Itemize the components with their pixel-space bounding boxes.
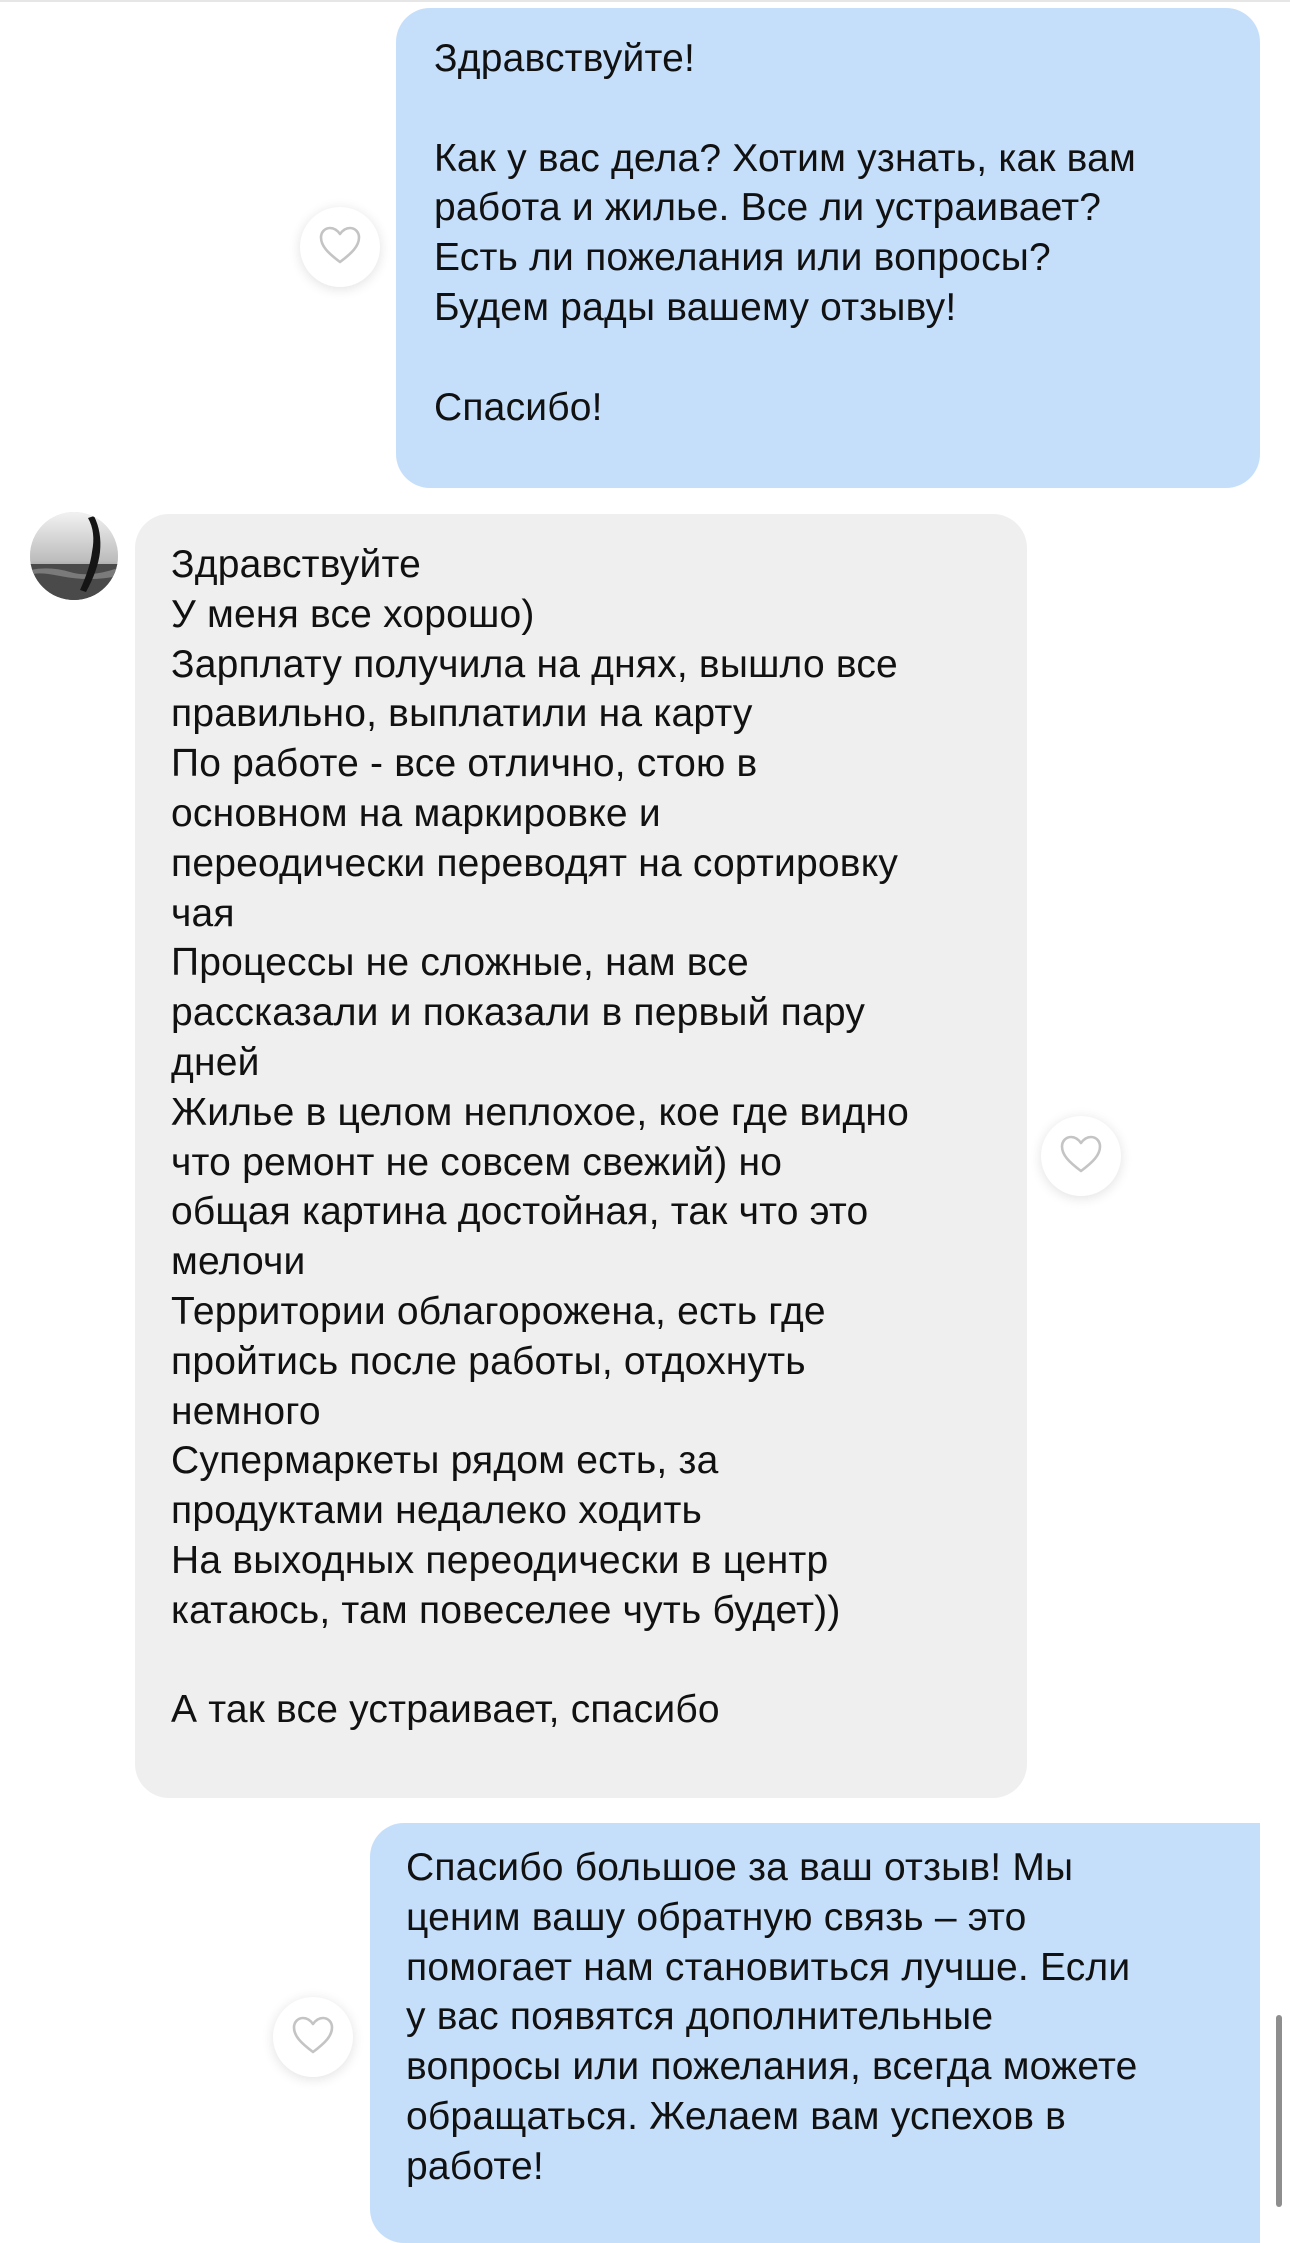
message-line: На выходных переодически в центр [171, 1538, 829, 1582]
message-line [434, 333, 1226, 383]
message-line: Здравствуйте [171, 543, 421, 586]
message-line: Жилье в целом неплохое, кое где видно [171, 1090, 910, 1134]
message-line: Спасибо большое за ваш отзыв! Мы [406, 1846, 1074, 1889]
message-line: пройтись после работы, отдохнуть [171, 1339, 806, 1383]
message-line: обращаться. Желаем вам успехов в [406, 2094, 1067, 2138]
message-line: правильно, выплатили на карту [171, 692, 753, 736]
message-line: работа и жилье. Все ли устраивает? [434, 186, 1102, 230]
sender-avatar[interactable] [30, 512, 118, 600]
top-divider [0, 0, 1290, 2]
message-line: переодически переводят на сортировку [171, 841, 899, 885]
message-line: катаюсь, там повеселее чуть будет)) [171, 1588, 841, 1632]
message-line: По работе - все отлично, стою в [171, 742, 758, 786]
scrollbar[interactable] [1276, 2015, 1282, 2207]
message-line: Будем рады вашему отзыву! [434, 285, 957, 329]
message-line: дней [171, 1040, 260, 1084]
avatar-image [30, 512, 118, 600]
message-line: Процессы не сложные, нам все [171, 941, 749, 985]
message-line: немного [171, 1389, 321, 1433]
message-line [434, 84, 1226, 134]
heart-outline-icon [1059, 1134, 1103, 1179]
like-button[interactable] [1041, 1116, 1121, 1196]
message-line: Как у вас дела? Хотим узнать, как вам [434, 136, 1137, 180]
outgoing-message-bubble[interactable]: Здравствуйте! Как у вас дела? Хотим узна… [396, 8, 1260, 488]
incoming-message-bubble[interactable]: Здравствуйте У меня все хорошо) Зарплату… [135, 514, 1027, 1798]
message-line: ценим вашу обратную связь – это [406, 1895, 1027, 1939]
message-line: Территории облагорожена, есть где [171, 1289, 826, 1333]
outgoing-message-bubble[interactable]: Спасибо большое за ваш отзыв! Мы ценим в… [370, 1823, 1260, 2243]
like-button[interactable] [300, 207, 380, 287]
message-line: основном на маркировке и [171, 791, 661, 835]
message-line: рассказали и показали в первый пару [171, 991, 866, 1035]
message-line: общая картина достойная, так что это [171, 1190, 869, 1234]
message-line: продуктами недалеко ходить [171, 1489, 703, 1533]
like-button[interactable] [273, 1997, 353, 2077]
message-line: Спасибо! [434, 385, 603, 429]
heart-outline-icon [318, 225, 362, 270]
message-line: А так все устраивает, спасибо [171, 1688, 720, 1732]
heart-outline-icon [291, 2015, 335, 2060]
message-text: Спасибо большое за ваш отзыв! Мы ценим в… [406, 1843, 1230, 2192]
message-line: у вас появятся дополнительные [406, 1995, 994, 2039]
message-line: Зарплату получила на днях, вышло все [171, 642, 898, 686]
message-line: мелочи [171, 1240, 306, 1284]
message-line: что ремонт не совсем свежий) но [171, 1140, 783, 1184]
message-text: Здравствуйте! Как у вас дела? Хотим узна… [434, 34, 1226, 432]
message-line [171, 1636, 997, 1686]
message-line: Есть ли пожелания или вопросы? [434, 236, 1051, 280]
message-line: работе! [406, 2144, 544, 2188]
message-line: Здравствуйте! [434, 37, 696, 80]
message-text: Здравствуйте У меня все хорошо) Зарплату… [171, 540, 997, 1735]
message-line: У меня все хорошо) [171, 592, 535, 636]
message-line: вопросы или пожелания, всегда можете [406, 2045, 1138, 2089]
message-line: Супермаркеты рядом есть, за [171, 1439, 719, 1483]
message-line: чая [171, 891, 235, 935]
message-line: помогает нам становиться лучше. Если [406, 1945, 1131, 1989]
